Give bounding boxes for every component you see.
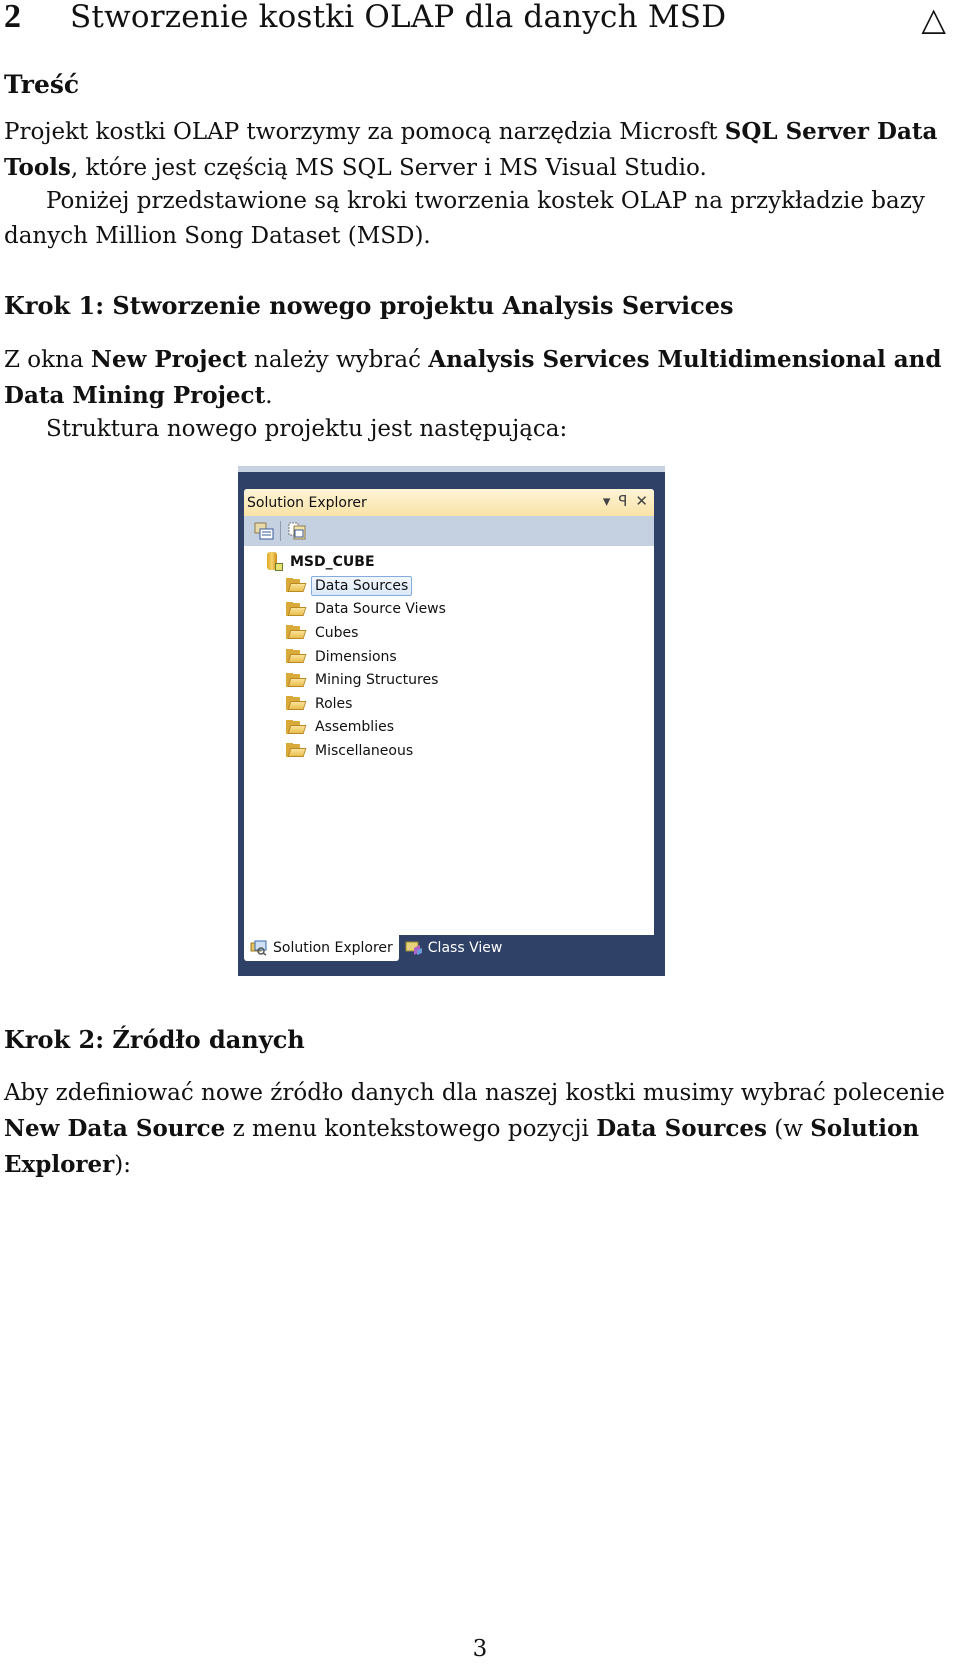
- subtitle: Treść: [4, 70, 80, 99]
- step1-text-2: Struktura nowego projektu jest następują…: [46, 416, 568, 442]
- step2-heading: Krok 2: Źródło danych: [4, 1025, 305, 1054]
- dropdown-icon[interactable]: ▾: [603, 492, 611, 510]
- tab-solution-explorer[interactable]: Solution Explorer: [244, 935, 399, 961]
- step1-text: należy wybrać: [246, 347, 429, 373]
- tree-item-label: Data Sources: [311, 575, 413, 596]
- folder-icon: [286, 696, 307, 711]
- intro-text-2: Poniżej przedstawione są kroki tworzenia…: [4, 188, 925, 249]
- new-data-source-term: New Data Source: [4, 1115, 226, 1142]
- tab-class-view[interactable]: Class View: [399, 935, 509, 961]
- intro-text: , które jest częścią MS SQL Server i MS …: [70, 155, 707, 181]
- project-icon: [264, 552, 284, 572]
- tree-item-data-sources[interactable]: Data Sources: [244, 574, 654, 598]
- step2-text: ):: [114, 1152, 132, 1178]
- tree-item-data-source-views[interactable]: Data Source Views: [244, 598, 654, 622]
- folder-icon: [286, 578, 307, 593]
- properties-icon[interactable]: [254, 522, 274, 540]
- pin-icon[interactable]: ꟼ: [618, 492, 627, 510]
- tree-item-assemblies[interactable]: Assemblies: [244, 716, 654, 740]
- folder-icon: [286, 743, 307, 758]
- toolbar-separator: [280, 521, 281, 541]
- panel-title: Solution Explorer: [247, 494, 367, 511]
- step1-heading: Krok 1: Stworzenie nowego projektu Analy…: [4, 291, 734, 320]
- data-sources-term: Data Sources: [596, 1115, 767, 1142]
- intro-paragraph: Projekt kostki OLAP tworzymy za pomocą n…: [4, 114, 956, 186]
- tree-item-mining-structures[interactable]: Mining Structures: [244, 668, 654, 692]
- step1-paragraph-2: Struktura nowego projektu jest następują…: [4, 412, 956, 447]
- page-number: 3: [472, 1636, 488, 1662]
- solution-explorer-panel: Solution Explorer ▾ ꟼ ✕ MSD_CUBE Data So…: [244, 489, 654, 935]
- solution-explorer-toolbar: [244, 516, 654, 546]
- tree-item-dimensions[interactable]: Dimensions: [244, 645, 654, 669]
- tree-item-label: Dimensions: [315, 648, 397, 665]
- solution-explorer-screenshot: Solution Explorer ▾ ꟼ ✕ MSD_CUBE Data So…: [238, 466, 665, 976]
- section-heading: 2 Stworzenie kostki OLAP dla danych MSD: [4, 0, 726, 36]
- tree-item-label: Data Source Views: [315, 601, 446, 618]
- step1-text: Z okna: [4, 347, 91, 373]
- folder-icon: [286, 649, 307, 664]
- tree-project-node[interactable]: MSD_CUBE: [244, 550, 654, 574]
- solution-explorer-icon: [250, 940, 268, 956]
- step2-text: (w: [766, 1116, 811, 1142]
- project-name: MSD_CUBE: [290, 554, 375, 570]
- section-number: 2: [4, 0, 22, 35]
- step2-text: Aby zdefiniować nowe źródło danych dla n…: [4, 1080, 945, 1106]
- tree-item-roles[interactable]: Roles: [244, 692, 654, 716]
- tree-item-label: Miscellaneous: [315, 742, 414, 759]
- triangle-outline-icon: △: [921, 0, 946, 38]
- new-project-term: New Project: [90, 346, 247, 373]
- section-title: Stworzenie kostki OLAP dla danych MSD: [70, 0, 727, 35]
- solution-explorer-titlebar: Solution Explorer ▾ ꟼ ✕: [244, 489, 654, 516]
- intro-text: Projekt kostki OLAP tworzymy za pomocą n…: [4, 119, 725, 145]
- tree-item-label: Cubes: [315, 624, 359, 641]
- tree-item-cubes[interactable]: Cubes: [244, 621, 654, 645]
- solution-tree: MSD_CUBE Data Sources Data Source Views …: [244, 546, 654, 763]
- folder-icon: [286, 672, 307, 688]
- tree-item-label: Roles: [315, 695, 353, 712]
- folder-icon: [286, 601, 307, 617]
- tab-label: Solution Explorer: [273, 940, 393, 956]
- tab-label: Class View: [427, 940, 503, 956]
- tree-item-label: Assemblies: [315, 719, 394, 736]
- step2-paragraph: Aby zdefiniować nowe źródło danych dla n…: [4, 1076, 956, 1183]
- folder-icon: [286, 625, 307, 640]
- solution-explorer-tabs: Solution Explorer Class View: [244, 935, 654, 963]
- step1-paragraph: Z okna New Project należy wybrać Analysi…: [4, 342, 956, 414]
- tree-item-miscellaneous[interactable]: Miscellaneous: [244, 739, 654, 763]
- step2-text: z menu kontekstowego pozycji: [225, 1116, 597, 1142]
- class-view-icon: [405, 940, 423, 956]
- tree-item-label: Mining Structures: [315, 672, 439, 689]
- intro-paragraph-2: Poniżej przedstawione są kroki tworzenia…: [4, 184, 956, 254]
- show-all-files-icon[interactable]: [287, 522, 307, 540]
- step1-text: .: [265, 383, 273, 409]
- close-icon[interactable]: ✕: [635, 492, 648, 510]
- folder-icon: [286, 719, 307, 735]
